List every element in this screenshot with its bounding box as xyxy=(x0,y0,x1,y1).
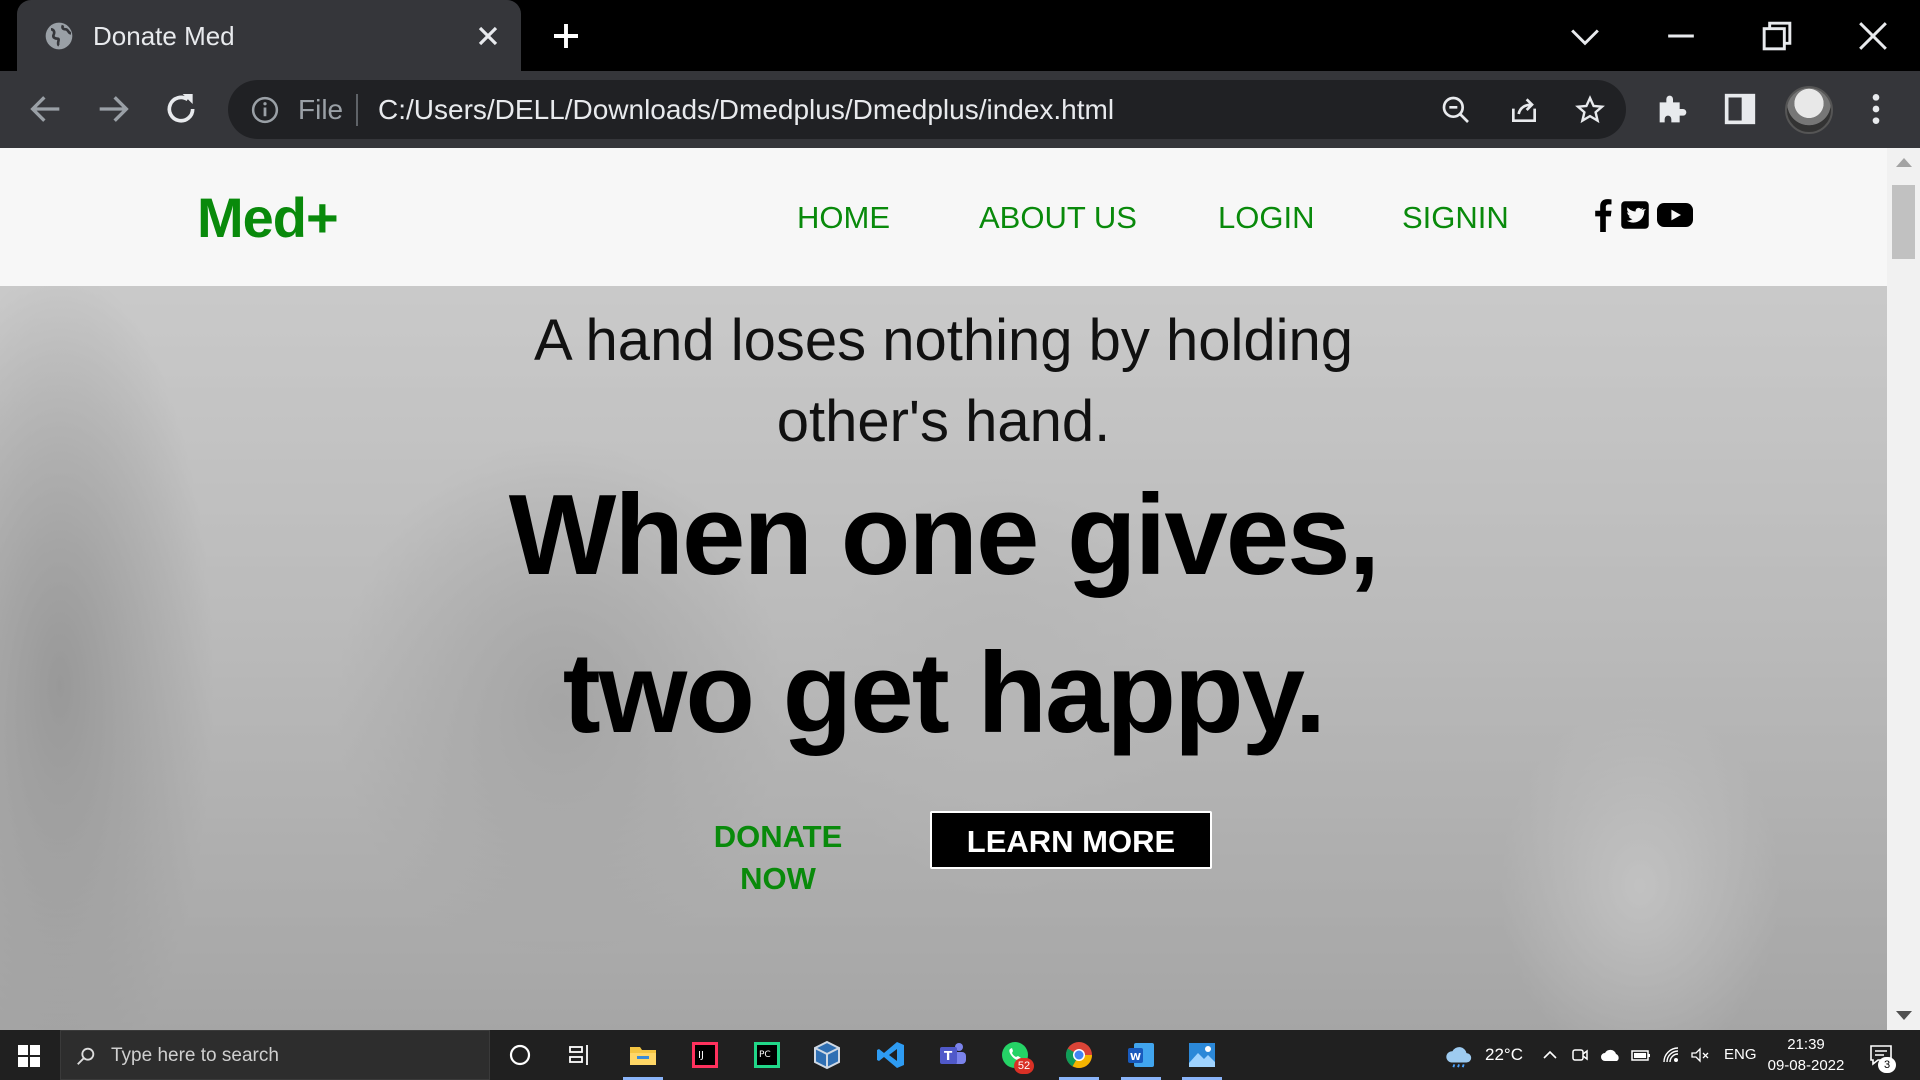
svg-text:W: W xyxy=(1130,1052,1141,1063)
learn-more-button[interactable]: LEARN MORE xyxy=(930,811,1212,869)
site-logo[interactable]: Med+ xyxy=(197,186,339,250)
close-window-icon[interactable] xyxy=(1851,14,1895,58)
windows-taskbar: Type here to search IJ PC T 52 W 22°C EN… xyxy=(0,1030,1920,1080)
globe-icon xyxy=(45,22,73,50)
url-scheme-label: File xyxy=(298,94,344,125)
browser-tab[interactable]: Donate Med xyxy=(17,0,521,71)
notification-badge: 3 xyxy=(1878,1057,1896,1073)
donate-now-button[interactable]: DONATE NOW xyxy=(672,816,884,896)
nav-login[interactable]: LOGIN xyxy=(1218,200,1314,236)
clock-time: 21:39 xyxy=(1787,1036,1825,1053)
weather-temperature[interactable]: 22°C xyxy=(1485,1045,1523,1065)
onedrive-cloud-icon[interactable] xyxy=(1600,1045,1622,1065)
new-tab-icon[interactable] xyxy=(548,18,584,54)
youtube-icon[interactable] xyxy=(1657,198,1693,232)
site-header: Med+ HOME ABOUT US LOGIN SIGNIN xyxy=(0,148,1887,286)
tray-chevron-up-icon[interactable] xyxy=(1540,1045,1560,1065)
facebook-icon[interactable] xyxy=(1594,198,1612,232)
scroll-down-arrow-icon[interactable] xyxy=(1896,1011,1912,1020)
word-icon[interactable]: W xyxy=(1125,1039,1157,1071)
hero-section: A hand loses nothing by holding other's … xyxy=(0,286,1887,1030)
browser-toolbar: File C:/Users/DELL/Downloads/Dmedplus/Dm… xyxy=(0,71,1920,148)
taskbar-clock[interactable]: 21:39 09-08-2022 xyxy=(1760,1034,1852,1076)
scroll-up-arrow-icon[interactable] xyxy=(1896,158,1912,167)
tab-title: Donate Med xyxy=(93,21,235,51)
nav-home[interactable]: HOME xyxy=(797,200,890,236)
bookmark-star-icon[interactable] xyxy=(1574,94,1606,126)
page-scrollbar[interactable] xyxy=(1887,148,1920,1030)
close-tab-icon[interactable] xyxy=(472,20,504,52)
taskbar-search-box[interactable]: Type here to search xyxy=(60,1030,490,1080)
hero-subtitle-line1: A hand loses nothing by holding xyxy=(533,308,1354,373)
page-viewport: Med+ HOME ABOUT US LOGIN SIGNIN A hand l… xyxy=(0,148,1887,1030)
teams-icon[interactable]: T xyxy=(937,1039,969,1071)
task-view-icon[interactable] xyxy=(564,1039,596,1071)
scroll-thumb[interactable] xyxy=(1892,185,1915,259)
twitter-icon[interactable] xyxy=(1620,198,1650,232)
vscode-icon[interactable] xyxy=(875,1039,907,1071)
hero-subtitle-line2: other's hand. xyxy=(776,389,1111,454)
meet-now-icon[interactable] xyxy=(1570,1045,1590,1065)
wifi-icon[interactable] xyxy=(1661,1045,1681,1065)
pycharm-icon[interactable]: PC xyxy=(751,1039,783,1071)
search-icon xyxy=(77,1047,95,1065)
reload-icon[interactable] xyxy=(161,89,201,129)
hero-title-line1: When one gives, xyxy=(508,472,1380,599)
address-bar[interactable]: File C:/Users/DELL/Downloads/Dmedplus/Dm… xyxy=(228,80,1626,139)
virtualbox-icon[interactable] xyxy=(811,1039,843,1071)
restore-icon[interactable] xyxy=(1755,14,1799,58)
photos-icon[interactable] xyxy=(1186,1039,1218,1071)
browser-titlebar: Donate Med xyxy=(0,0,1920,71)
zoom-icon[interactable] xyxy=(1440,94,1472,126)
minimize-icon[interactable] xyxy=(1659,14,1703,58)
chrome-icon[interactable] xyxy=(1063,1039,1095,1071)
info-icon[interactable] xyxy=(250,95,280,125)
whatsapp-badge: 52 xyxy=(1014,1058,1034,1074)
weather-cloud-icon[interactable] xyxy=(1444,1040,1474,1070)
side-panel-icon[interactable] xyxy=(1720,89,1760,129)
volume-muted-icon[interactable] xyxy=(1690,1045,1710,1065)
cortana-icon[interactable] xyxy=(504,1039,536,1071)
battery-icon[interactable] xyxy=(1630,1045,1652,1065)
tab-search-chevron-icon[interactable] xyxy=(1563,14,1607,58)
share-icon[interactable] xyxy=(1508,94,1540,126)
input-language[interactable]: ENG xyxy=(1724,1045,1757,1065)
nav-about-us[interactable]: ABOUT US xyxy=(979,200,1137,236)
back-icon[interactable] xyxy=(26,89,66,129)
file-explorer-icon[interactable] xyxy=(627,1039,659,1071)
svg-text:T: T xyxy=(944,1049,953,1063)
url-text[interactable]: C:/Users/DELL/Downloads/Dmedplus/Dmedplu… xyxy=(378,93,1114,127)
clock-date: 09-08-2022 xyxy=(1767,1057,1845,1074)
menu-kebab-icon[interactable] xyxy=(1856,89,1896,129)
windows-start-icon[interactable] xyxy=(18,1045,40,1067)
omnibox-divider xyxy=(356,94,358,126)
profile-avatar[interactable] xyxy=(1785,86,1833,134)
extensions-icon[interactable] xyxy=(1653,89,1693,129)
nav-signin[interactable]: SIGNIN xyxy=(1402,200,1509,236)
hero-title-line2: two get happy. xyxy=(562,630,1327,757)
intellij-icon[interactable]: IJ xyxy=(689,1039,721,1071)
svg-text:IJ: IJ xyxy=(698,1050,704,1061)
svg-text:PC: PC xyxy=(759,1050,771,1060)
forward-icon[interactable] xyxy=(93,89,133,129)
search-placeholder: Type here to search xyxy=(111,1045,279,1066)
